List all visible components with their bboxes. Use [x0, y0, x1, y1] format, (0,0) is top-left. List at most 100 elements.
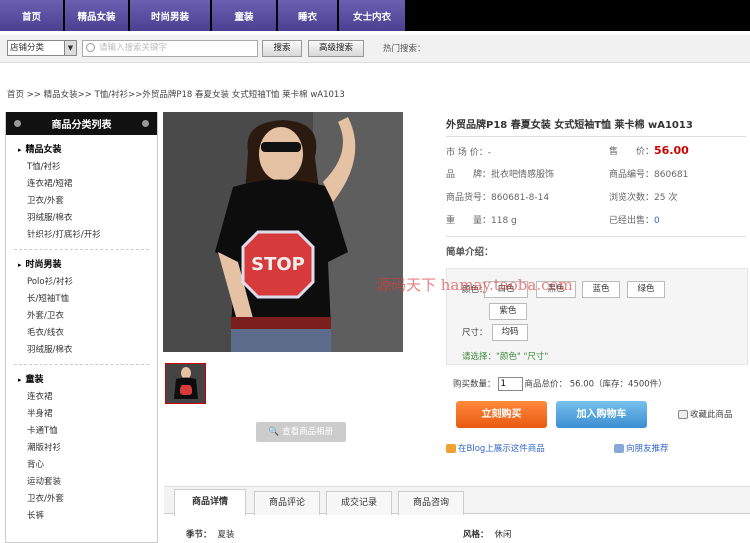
nav-tab-kids[interactable]: 童装	[212, 0, 278, 31]
recommend-link[interactable]: 向朋友推荐	[614, 442, 669, 454]
market-price-row: 市 场 价：-	[446, 145, 491, 158]
brand-row: 品 牌：批衣吧情感服饰	[446, 167, 554, 180]
views-value: 25 次	[654, 193, 678, 203]
sku-value: 860681-8-14	[491, 193, 550, 203]
view-album-button[interactable]: 🔍 查看商品相册	[256, 422, 346, 442]
category-select-value: 店铺分类	[10, 43, 45, 53]
tab-product-details[interactable]: 商品详情	[174, 489, 246, 516]
size-option-onesize[interactable]: 均码	[492, 324, 528, 341]
top-nav: 首页 精品女装 时尚男装 童装 睡衣 女士内衣	[0, 0, 750, 31]
tab-product-reviews[interactable]: 商品评论	[254, 491, 320, 515]
product-main-image[interactable]: STOP	[163, 112, 403, 352]
sidebar-item[interactable]: 羽绒服/棉衣	[6, 342, 157, 359]
favorite-link[interactable]: 收藏此商品	[678, 408, 733, 420]
product-code-value: 860681	[654, 170, 689, 180]
sku-label: 商品货号：	[446, 193, 492, 203]
tab-transaction-records[interactable]: 成交记录	[326, 491, 392, 515]
thumbnail-photo	[166, 364, 205, 403]
watermark: 源码天下 hamay.taoba.com	[376, 276, 573, 294]
sidebar-title: 商品分类列表	[51, 120, 112, 131]
price-row: 售 价：56.00	[609, 144, 689, 157]
add-to-cart-button[interactable]: 加入购物车	[556, 401, 647, 428]
advanced-search-button[interactable]: 高级搜索	[308, 40, 364, 57]
sidebar-item[interactable]: 长/短袖T恤	[6, 291, 157, 308]
nav-tab-women[interactable]: 精品女装	[65, 0, 130, 31]
product-code-label: 商品编号：	[609, 170, 655, 180]
sold-value: 0	[654, 216, 660, 226]
search-icon: 🔍	[268, 427, 280, 437]
sidebar-item[interactable]: 背心	[6, 457, 157, 474]
sidebar-item[interactable]: 连衣裙	[6, 389, 157, 406]
sold-label: 已经出售：	[609, 216, 655, 226]
nav-tab-pajamas[interactable]: 睡衣	[278, 0, 339, 31]
sidebar-item[interactable]: 卡通T恤	[6, 423, 157, 440]
nav-tab-men[interactable]: 时尚男装	[130, 0, 212, 31]
nav-tab-lingerie[interactable]: 女士内衣	[339, 0, 407, 31]
weight-value: 118 g	[491, 216, 517, 226]
sidebar-category-men[interactable]: 时尚男装	[6, 250, 157, 270]
favorite-icon	[678, 410, 688, 419]
size-label: 尺寸：	[462, 328, 488, 338]
blog-share-label: 在Blog上展示这件商品	[458, 444, 545, 454]
divider	[446, 236, 746, 237]
sidebar-item[interactable]: 针织衫/打底衫/开衫	[6, 227, 157, 244]
favorite-label: 收藏此商品	[690, 410, 733, 420]
search-input[interactable]: 请输入搜索关键字	[82, 40, 258, 57]
nav-tab-home[interactable]: 首页	[0, 0, 65, 31]
sidebar-header: 商品分类列表	[6, 112, 157, 135]
buy-now-button[interactable]: 立刻购买	[456, 401, 547, 428]
sidebar-item[interactable]: 卫衣/外套	[6, 193, 157, 210]
market-price-value: -	[487, 148, 491, 158]
product-code-row: 商品编号：860681	[609, 167, 688, 180]
selection-hint: 请选择："颜色" "尺寸"	[462, 352, 549, 362]
product-photo: STOP	[163, 112, 403, 352]
category-select[interactable]: 店铺分类 ▼	[7, 40, 77, 56]
sidebar-item[interactable]: 潮版衬衫	[6, 440, 157, 457]
quantity-label: 购买数量：	[453, 379, 496, 390]
sidebar-item[interactable]: 连衣裙/短裙	[6, 176, 157, 193]
blog-icon	[446, 444, 456, 453]
spec-value: 夏装	[217, 530, 235, 540]
sold-row: 已经出售：0	[609, 213, 660, 226]
views-label: 浏览次数：	[609, 193, 655, 203]
views-row: 浏览次数：25 次	[609, 190, 677, 203]
color-option-blue[interactable]: 蓝色	[582, 281, 620, 298]
spec-label: 季节：	[186, 530, 212, 540]
bullet-icon	[14, 120, 21, 127]
product-thumbnail[interactable]	[165, 363, 206, 404]
sku-row: 商品货号：860681-8-14	[446, 190, 549, 203]
sidebar-category-kids[interactable]: 童装	[6, 365, 157, 385]
weight-row: 重 量：118 g	[446, 213, 517, 226]
brand-label: 品 牌：	[446, 170, 492, 180]
sidebar-category-women[interactable]: 精品女装	[6, 135, 157, 155]
chevron-down-icon[interactable]: ▼	[64, 41, 76, 55]
sidebar-item[interactable]: 长裤	[6, 508, 157, 525]
product-title: 外贸品牌P18 春夏女装 女式短袖T恤 莱卡棉 wA1013	[446, 120, 693, 131]
price-value: 56.00	[654, 144, 689, 157]
color-option-purple[interactable]: 紫色	[489, 303, 527, 320]
search-placeholder: 请输入搜索关键字	[99, 43, 168, 53]
bullet-icon	[142, 120, 149, 127]
sidebar-item[interactable]: 毛衣/线衣	[6, 325, 157, 342]
search-bar: 店铺分类 ▼ 请输入搜索关键字 搜索 高级搜索 热门搜索：	[0, 35, 750, 63]
sidebar-item[interactable]: T恤/衬衫	[6, 159, 157, 176]
breadcrumb[interactable]: 首页 >> 精品女装>> T恤/衬衫>>外贸品牌P18 春夏女装 女式短袖T恤 …	[7, 88, 345, 100]
tab-product-inquiry[interactable]: 商品咨询	[398, 491, 464, 515]
divider	[446, 136, 746, 137]
total-price-text: 商品总价： 56.00（库存：4500件）	[524, 379, 667, 390]
search-button[interactable]: 搜索	[262, 40, 302, 57]
quantity-input[interactable]: 1	[497, 377, 523, 391]
sidebar-item[interactable]: 外套/卫衣	[6, 308, 157, 325]
sidebar-item[interactable]: 羽绒服/棉衣	[6, 210, 157, 227]
search-icon	[86, 43, 95, 52]
blog-share-link[interactable]: 在Blog上展示这件商品	[446, 442, 545, 454]
sidebar-item[interactable]: 卫衣/外套	[6, 491, 157, 508]
spec-style: 风格： 休闲	[463, 528, 512, 540]
intro-label: 简单介绍：	[446, 247, 494, 258]
color-option-green[interactable]: 绿色	[627, 281, 665, 298]
hot-search-label: 热门搜索：	[383, 44, 426, 54]
quantity-row: 购买数量： 1 商品总价： 56.00（库存：4500件）	[453, 377, 667, 391]
sidebar-item[interactable]: Polo衫/衬衫	[6, 274, 157, 291]
sidebar-item[interactable]: 半身裙	[6, 406, 157, 423]
sidebar-item[interactable]: 运动套装	[6, 474, 157, 491]
